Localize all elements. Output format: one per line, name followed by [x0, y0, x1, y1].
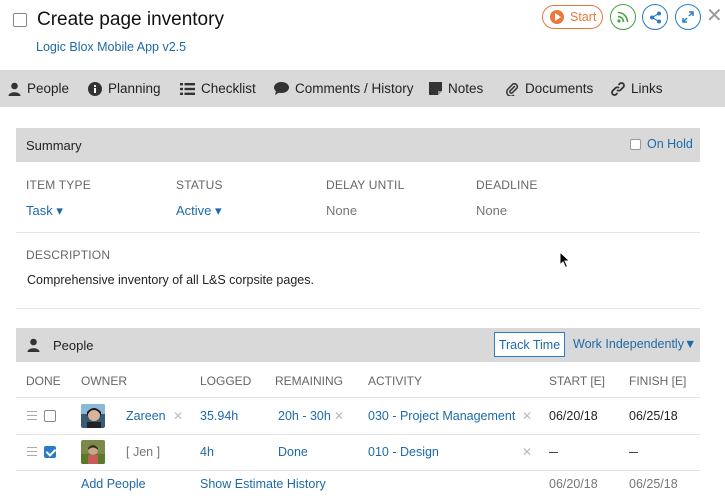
- total-finish-date: 06/25/18: [629, 477, 678, 491]
- page-title: Create page inventory: [37, 9, 224, 30]
- start-label: Start: [570, 10, 597, 24]
- info-icon: [88, 81, 102, 96]
- status-dropdown[interactable]: Active ▾: [176, 203, 222, 219]
- description-label: DESCRIPTION: [26, 248, 111, 262]
- close-icon[interactable]: ✕: [706, 3, 723, 28]
- col-done: DONE: [26, 374, 61, 388]
- rss-button[interactable]: [610, 4, 636, 30]
- start-button[interactable]: Start: [542, 5, 603, 29]
- paperclip-icon: [506, 82, 519, 96]
- tab-bar: People Planning Checklist Comments / His…: [0, 70, 725, 107]
- remaining-value[interactable]: 20h - 30h: [278, 409, 331, 423]
- row-divider: [16, 470, 700, 471]
- tab-links[interactable]: Links: [611, 70, 663, 107]
- share-button[interactable]: [642, 4, 668, 30]
- avatar: [81, 440, 105, 464]
- done-checkbox[interactable]: [44, 446, 56, 458]
- list-icon: [180, 82, 195, 95]
- clear-activity-icon[interactable]: ✕: [522, 409, 532, 423]
- rss-icon: [617, 11, 629, 23]
- add-people-link[interactable]: Add People: [81, 477, 146, 491]
- item-header: Create page inventory Logic Blox Mobile …: [0, 0, 725, 70]
- logged-value[interactable]: 4h: [200, 445, 214, 459]
- tab-documents[interactable]: Documents: [505, 70, 593, 107]
- activity-value[interactable]: 030 - Project Management: [368, 409, 515, 423]
- owner-name[interactable]: Zareen: [126, 409, 166, 423]
- item-type-dropdown[interactable]: Task ▾: [26, 203, 63, 219]
- tab-checklist[interactable]: Checklist: [180, 70, 256, 107]
- on-hold-toggle[interactable]: On Hold: [630, 137, 693, 151]
- remove-owner-icon[interactable]: ✕: [173, 409, 183, 423]
- tab-comments-history[interactable]: Comments / History: [274, 70, 414, 107]
- delay-until-value[interactable]: None: [326, 203, 357, 218]
- work-independently-dropdown[interactable]: Work Independently▼: [573, 337, 696, 351]
- tab-notes[interactable]: Notes: [429, 70, 483, 107]
- row-divider: [16, 434, 700, 435]
- deadline-label: DEADLINE: [476, 178, 538, 192]
- tab-people[interactable]: People: [8, 70, 69, 107]
- people-title: People: [53, 338, 94, 353]
- summary-title: Summary: [26, 138, 82, 153]
- item-type-label: ITEM TYPE: [26, 178, 91, 192]
- clear-activity-icon[interactable]: ✕: [522, 445, 532, 459]
- start-date-empty: [549, 452, 558, 453]
- summary-divider: [16, 232, 700, 233]
- activity-value[interactable]: 010 - Design: [368, 445, 439, 459]
- col-finish: FINISH [E]: [629, 374, 687, 388]
- on-hold-label: On Hold: [647, 137, 693, 151]
- item-complete-checkbox[interactable]: [13, 13, 27, 27]
- link-icon: [611, 81, 625, 96]
- avatar: [81, 404, 105, 428]
- status-label: STATUS: [176, 178, 223, 192]
- drag-handle-icon[interactable]: [27, 447, 37, 456]
- expand-button[interactable]: [675, 4, 701, 30]
- owner-name[interactable]: [ Jen ]: [126, 445, 160, 459]
- col-activity: ACTIVITY: [368, 374, 423, 388]
- track-time-button[interactable]: Track Time: [494, 332, 565, 357]
- total-start-date: 06/20/18: [549, 477, 598, 491]
- note-icon: [429, 82, 442, 95]
- person-icon: [27, 338, 40, 352]
- remaining-value[interactable]: Done: [278, 445, 308, 459]
- mouse-cursor-icon: [559, 251, 571, 269]
- finish-date: 06/25/18: [629, 409, 678, 423]
- project-link[interactable]: Logic Blox Mobile App v2.5: [36, 40, 186, 54]
- col-logged: LOGGED: [200, 374, 252, 388]
- description-divider: [16, 308, 700, 309]
- summary-header: Summary On Hold: [16, 128, 700, 162]
- description-text[interactable]: Comprehensive inventory of all L&S corps…: [27, 273, 314, 287]
- delay-until-label: DELAY UNTIL: [326, 178, 405, 192]
- logged-value[interactable]: 35.94h: [200, 409, 238, 423]
- col-remaining: REMAINING: [275, 374, 344, 388]
- person-icon: [8, 82, 21, 96]
- col-owner: OWNER: [81, 374, 127, 388]
- clear-remaining-icon[interactable]: ✕: [334, 409, 344, 423]
- finish-date-empty: [629, 452, 638, 453]
- on-hold-checkbox[interactable]: [630, 138, 641, 150]
- play-icon: [550, 10, 564, 24]
- tab-planning[interactable]: Planning: [88, 70, 161, 107]
- done-checkbox[interactable]: [44, 410, 56, 422]
- show-estimate-history-link[interactable]: Show Estimate History: [200, 477, 326, 491]
- expand-icon: [682, 11, 694, 23]
- drag-handle-icon[interactable]: [27, 411, 37, 420]
- deadline-value[interactable]: None: [476, 203, 507, 218]
- col-start: START [E]: [549, 374, 606, 388]
- row-divider: [16, 397, 700, 398]
- people-header: People Track Time Work Independently▼: [16, 328, 700, 362]
- share-icon: [649, 11, 661, 23]
- start-date: 06/20/18: [549, 409, 598, 423]
- comment-icon: [274, 82, 289, 95]
